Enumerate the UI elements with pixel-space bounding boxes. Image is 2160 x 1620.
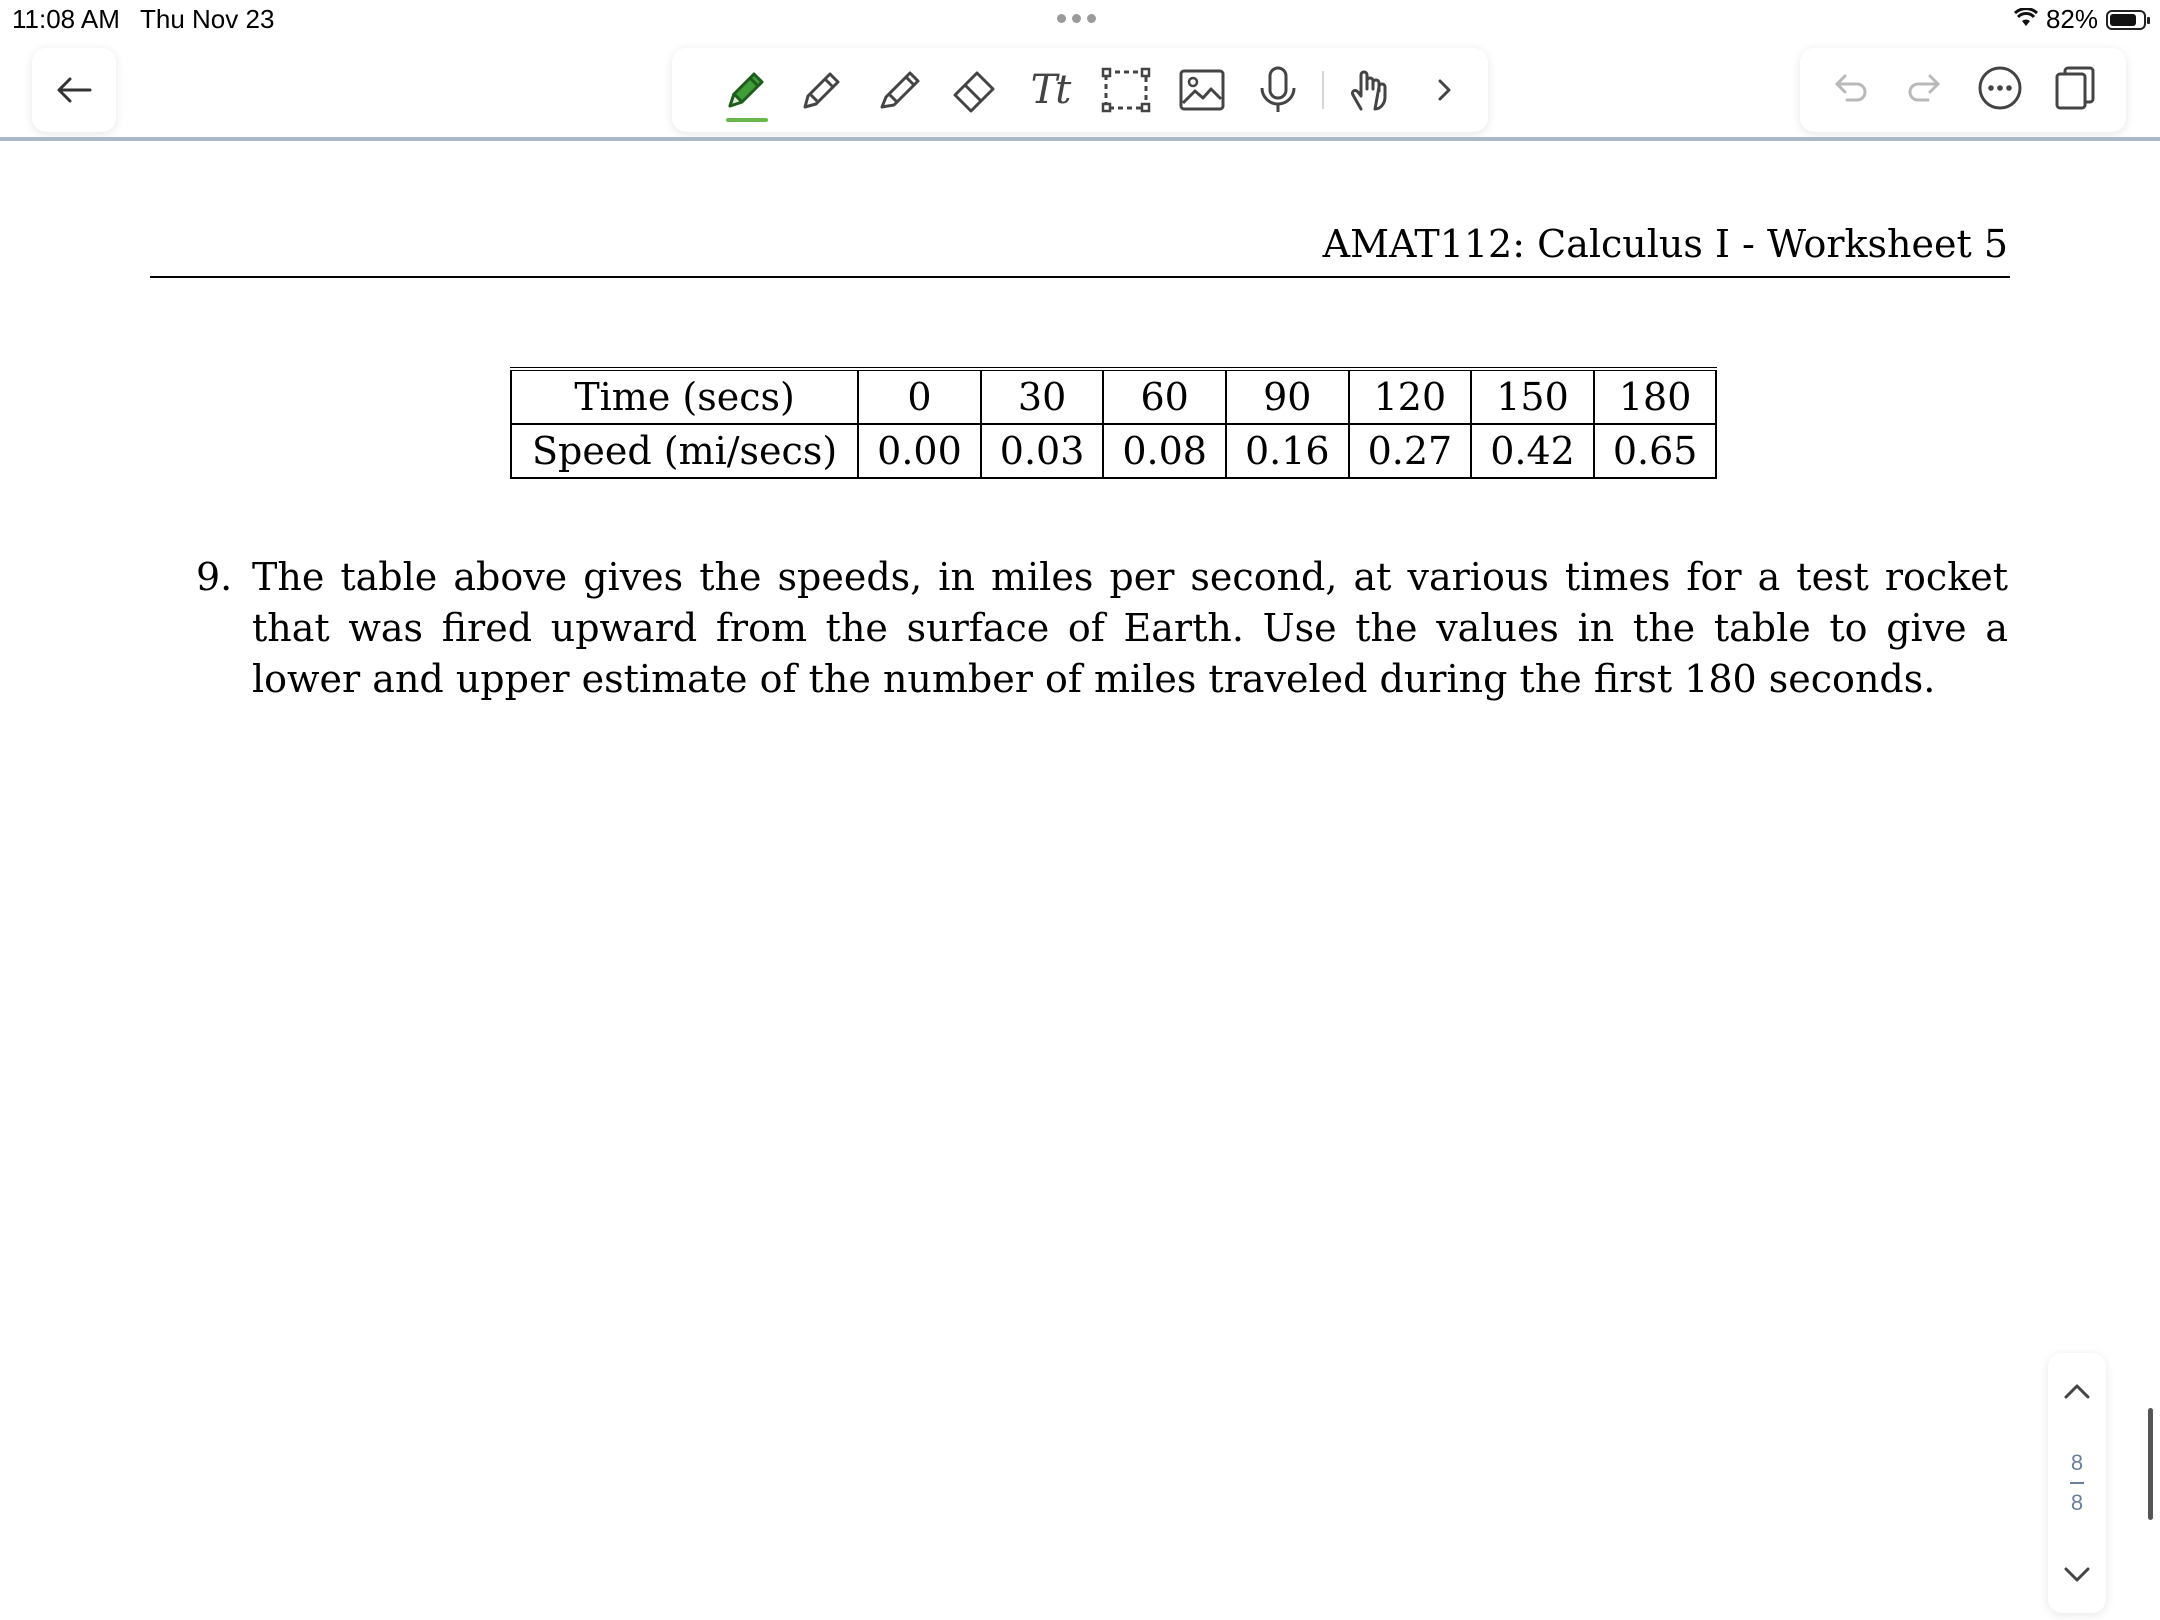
current-page: 8: [2070, 1450, 2084, 1475]
highlighter-icon: [880, 71, 920, 109]
table-cell: 0.27: [1347, 423, 1473, 479]
more-icon: [1978, 66, 2022, 110]
actions-toolbar: [1800, 48, 2126, 132]
pencil-tool-button[interactable]: [784, 48, 860, 132]
page-navigator: 8 8: [2048, 1353, 2106, 1613]
eraser-tool-button[interactable]: [936, 48, 1012, 132]
table-cell: 30: [979, 368, 1105, 425]
header-rule: [150, 276, 2010, 278]
status-right: 82%: [2013, 4, 2150, 35]
tools-toolbar: Tt: [672, 48, 1488, 132]
status-time: 11:08 AM: [12, 4, 120, 34]
microphone-icon: [1260, 66, 1296, 112]
arrow-left-icon: [57, 77, 92, 103]
table-row-label: Time (secs): [509, 368, 860, 425]
more-options-button[interactable]: [1976, 64, 2024, 116]
eraser-icon: [953, 71, 995, 113]
table-row-label: Speed (mi/secs): [509, 423, 860, 479]
lasso-select-icon: [1101, 67, 1151, 113]
redo-icon: [1908, 74, 1940, 102]
pointer-tool-button[interactable]: [1330, 48, 1406, 132]
table-row: Time (secs) 0 30 60 90 120 150 180: [509, 368, 1718, 425]
image-icon: [1179, 69, 1225, 111]
battery-percent: 82%: [2045, 4, 2098, 34]
scrollbar[interactable]: [2148, 1408, 2153, 1520]
toolbar-divider: [1322, 71, 1324, 109]
table-cell: 0.42: [1470, 423, 1595, 479]
problem-number: 9.: [196, 555, 233, 599]
chevron-right-icon: [1438, 79, 1451, 101]
pencil-icon: [803, 72, 840, 109]
undo-button[interactable]: [1829, 68, 1873, 112]
document-header: AMAT112: Calculus I - Worksheet 5: [1322, 222, 2008, 266]
wifi-icon: [2013, 4, 2038, 35]
more-tools-button[interactable]: [1406, 48, 1482, 132]
record-tool-button[interactable]: [1240, 48, 1316, 132]
table-cell: 0.65: [1592, 423, 1718, 479]
table-row: Speed (mi/secs) 0.00 0.03 0.08 0.16 0.27…: [509, 423, 1718, 479]
table-cell: 150: [1470, 368, 1595, 425]
redo-button[interactable]: [1902, 68, 1946, 112]
hand-pointer-icon: [1351, 70, 1387, 111]
chevron-up-icon[interactable]: [2062, 1381, 2092, 1401]
page-counter: 8 8: [2070, 1448, 2084, 1518]
table-cell: 180: [1592, 368, 1718, 425]
text-tool-icon: Tt: [1030, 67, 1072, 113]
text-tool-button[interactable]: Tt: [1012, 48, 1088, 132]
battery-icon: [2106, 9, 2150, 30]
back-button[interactable]: [32, 48, 116, 132]
multitasking-dots[interactable]: [1057, 14, 1096, 23]
table-cell: 0.16: [1224, 423, 1350, 479]
highlighter-tool-button[interactable]: [860, 48, 936, 132]
image-tool-button[interactable]: [1164, 48, 1240, 132]
table-cell: 0.08: [1102, 423, 1227, 479]
status-date: Thu Nov 23: [140, 4, 275, 34]
table-cell: 0: [857, 368, 982, 425]
problem-9: 9. The table above gives the speeds, in …: [196, 552, 2008, 705]
lasso-tool-button[interactable]: [1088, 48, 1164, 132]
undo-icon: [1835, 74, 1867, 102]
table-cell: 60: [1102, 368, 1227, 425]
pen-icon: [728, 72, 764, 108]
table-cell: 0.03: [979, 423, 1105, 479]
toolbar-divider-line: [0, 137, 2160, 141]
pages-icon: [2055, 66, 2095, 110]
data-table: Time (secs) 0 30 60 90 120 150 180 Speed…: [509, 367, 1718, 479]
table-cell: 120: [1347, 368, 1473, 425]
total-pages: 8: [2070, 1490, 2084, 1515]
problem-text: The table above gives the speeds, in mil…: [252, 555, 2008, 701]
table-cell: 90: [1224, 368, 1350, 425]
chevron-down-icon[interactable]: [2062, 1565, 2092, 1585]
pen-tool-button[interactable]: [708, 48, 784, 132]
table-cell: 0.00: [857, 423, 982, 479]
page-overview-button[interactable]: [2053, 64, 2097, 116]
